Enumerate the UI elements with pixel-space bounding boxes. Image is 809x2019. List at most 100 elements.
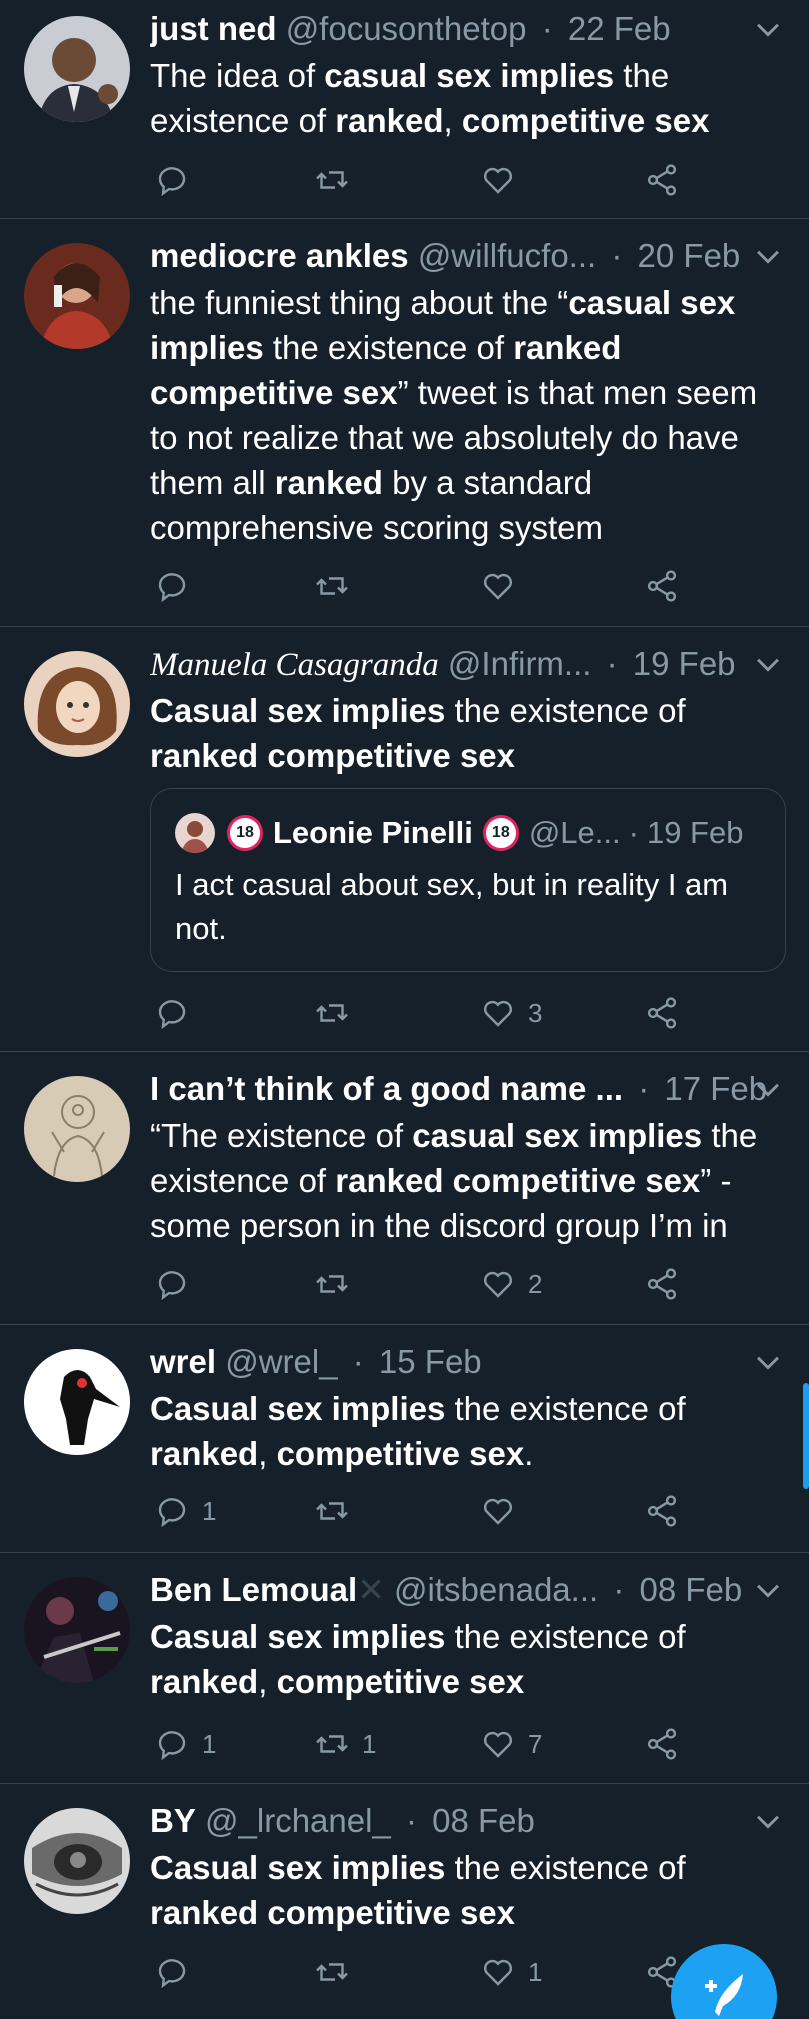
chevron-down-icon[interactable] xyxy=(751,12,785,46)
tweet-date[interactable]: 22 Feb xyxy=(568,10,671,47)
quoted-tweet-text: I act casual about sex, but in reality I… xyxy=(175,867,729,946)
highlighted-text: Casual sex implies xyxy=(150,1618,446,1655)
text-segment: the funniest thing about the “ xyxy=(150,284,569,321)
avatar[interactable] xyxy=(24,651,130,757)
chevron-down-icon[interactable] xyxy=(751,1804,785,1838)
x-mark-icon: ✕ xyxy=(357,1571,385,1608)
author-name[interactable]: mediocre ankles xyxy=(150,237,409,274)
reply-button[interactable] xyxy=(154,1262,202,1306)
author-handle[interactable]: @Infirm... xyxy=(448,645,592,682)
highlighted-text: competitive sex xyxy=(276,1435,525,1472)
author-handle[interactable]: @_lrchanel_ xyxy=(205,1802,391,1839)
separator-dot: · xyxy=(611,237,623,274)
avatar[interactable] xyxy=(24,1808,130,1914)
tweet[interactable]: Manuela Casagranda @Infirm... · 19 Feb C… xyxy=(0,627,809,1052)
share-button[interactable] xyxy=(644,564,680,608)
reply-button[interactable]: 1 xyxy=(154,1489,216,1533)
author-name[interactable]: BY xyxy=(150,1802,196,1839)
text-segment: . xyxy=(524,1435,534,1472)
highlighted-text: competitive sex xyxy=(276,1663,525,1700)
tweet-date[interactable]: 15 Feb xyxy=(379,1343,482,1380)
highlighted-text: ranked competitive sex xyxy=(335,1162,701,1199)
retweet-button[interactable]: 1 xyxy=(314,1722,376,1766)
tweet-date[interactable]: 08 Feb xyxy=(432,1802,535,1839)
author-name[interactable]: Manuela Casagranda xyxy=(150,647,439,683)
retweet-icon xyxy=(314,995,350,1031)
author-name[interactable]: I can’t think of a good name ... xyxy=(150,1070,623,1107)
share-icon xyxy=(644,995,680,1031)
author-name[interactable]: Ben Lemoual xyxy=(150,1571,357,1608)
tweet-header: wrel @wrel_ · 15 Feb xyxy=(150,1341,785,1383)
like-button[interactable]: 3 xyxy=(480,991,542,1035)
share-button[interactable] xyxy=(644,1262,680,1306)
chevron-down-icon[interactable] xyxy=(751,1345,785,1379)
avatar[interactable] xyxy=(24,243,130,349)
author-handle[interactable]: @willfucfo... xyxy=(418,237,596,274)
avatar[interactable] xyxy=(24,1349,130,1455)
avatar[interactable] xyxy=(24,1076,130,1182)
author-name[interactable]: wrel xyxy=(150,1343,216,1380)
text-segment: the existence of xyxy=(445,1849,686,1886)
tweet[interactable]: mediocre ankles @willfucfo... · 20 Feb t… xyxy=(0,219,809,627)
quoted-tweet-date: 19 Feb xyxy=(646,815,744,850)
share-button[interactable] xyxy=(644,158,680,202)
chevron-down-icon[interactable] xyxy=(751,647,785,681)
share-button[interactable] xyxy=(644,991,680,1035)
tweet-header: BY @_lrchanel_ · 08 Feb xyxy=(150,1800,785,1842)
like-button[interactable]: 7 xyxy=(480,1722,542,1766)
tweet[interactable]: wrel @wrel_ · 15 Feb Casual sex implies … xyxy=(0,1325,809,1553)
share-icon xyxy=(644,1726,680,1762)
reply-button[interactable] xyxy=(154,158,202,202)
tweet-header: Ben Lemoual✕ @itsbenada... · 08 Feb xyxy=(150,1569,785,1611)
tweet[interactable]: just ned @focusonthetop · 22 Feb The ide… xyxy=(0,0,809,219)
adult-content-badge-icon: 18 xyxy=(227,815,263,851)
chevron-down-icon[interactable] xyxy=(751,239,785,273)
tweet[interactable]: Ben Lemoual✕ @itsbenada... · 08 Feb Casu… xyxy=(0,1553,809,1784)
tweet[interactable]: I can’t think of a good name ... · 17 Fe… xyxy=(0,1052,809,1325)
author-name[interactable]: just ned xyxy=(150,10,277,47)
avatar[interactable] xyxy=(24,16,130,122)
share-button[interactable] xyxy=(644,1722,680,1766)
reply-icon xyxy=(154,1266,190,1302)
retweet-button[interactable] xyxy=(314,1262,362,1306)
highlighted-text: ranked competitive sex xyxy=(150,737,515,774)
reply-button[interactable] xyxy=(154,991,202,1035)
retweet-icon xyxy=(314,1493,350,1529)
chevron-down-icon[interactable] xyxy=(751,1072,785,1106)
avatar[interactable] xyxy=(24,1577,130,1683)
retweet-button[interactable] xyxy=(314,991,362,1035)
tweet-date[interactable]: 20 Feb xyxy=(638,237,741,274)
retweet-button[interactable] xyxy=(314,564,362,608)
author-handle[interactable]: @itsbenada... xyxy=(394,1571,598,1608)
tweet-actions: 2 xyxy=(150,1262,710,1306)
author-handle[interactable]: @focusonthetop xyxy=(286,10,527,47)
highlighted-text: ranked xyxy=(335,102,444,139)
share-icon xyxy=(644,162,680,198)
tweet-date[interactable]: 08 Feb xyxy=(640,1571,743,1608)
scrollbar[interactable] xyxy=(803,1383,809,1489)
retweet-button[interactable] xyxy=(314,158,362,202)
retweet-icon xyxy=(314,1954,350,1990)
reply-button[interactable] xyxy=(154,564,202,608)
like-button[interactable] xyxy=(480,564,528,608)
like-button[interactable] xyxy=(480,1489,528,1533)
reply-count: 1 xyxy=(202,1728,217,1759)
reply-button[interactable]: 1 xyxy=(154,1722,216,1766)
heart-icon xyxy=(480,1954,516,1990)
separator-dot: · xyxy=(628,815,639,850)
separator-dot: · xyxy=(405,1802,417,1839)
share-button[interactable] xyxy=(644,1489,680,1533)
chevron-down-icon[interactable] xyxy=(751,1573,785,1607)
tweet-actions: 3 xyxy=(150,991,710,1035)
tweet-date[interactable]: 19 Feb xyxy=(633,645,736,682)
quoted-tweet[interactable]: 18 Leonie Pinelli 18 @Le... · 19 Feb I a… xyxy=(150,788,786,972)
author-handle[interactable]: @wrel_ xyxy=(225,1343,337,1380)
like-button[interactable]: 2 xyxy=(480,1262,542,1306)
separator-dot: · xyxy=(352,1343,364,1380)
like-button[interactable]: 1 xyxy=(480,1950,542,1994)
retweet-button[interactable] xyxy=(314,1489,362,1533)
retweet-button[interactable] xyxy=(314,1950,362,1994)
reply-button[interactable] xyxy=(154,1950,202,1994)
highlighted-text: ranked xyxy=(274,464,383,501)
like-button[interactable] xyxy=(480,158,528,202)
